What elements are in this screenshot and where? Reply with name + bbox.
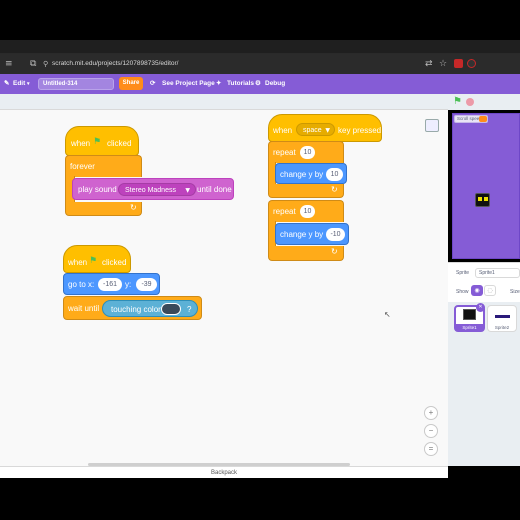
block-label: repeat: [273, 207, 296, 216]
show-hidden-icon[interactable]: ◌: [484, 285, 496, 296]
block-label: wait until: [68, 304, 100, 313]
touching-color-block[interactable]: touching color ?: [102, 300, 198, 317]
url-text[interactable]: scratch.mit.edu/projects/1207898735/edit…: [52, 54, 178, 74]
loop-arrow-icon: ↻: [331, 247, 338, 256]
sprite-tile-label: Sprite2: [494, 325, 510, 330]
block-label: go to x:: [68, 280, 95, 289]
mouse-cursor-icon: ↖: [384, 310, 391, 319]
profile-icon[interactable]: [467, 59, 476, 68]
wait-until-block[interactable]: wait until touching color ?: [63, 296, 202, 320]
chevron-down-icon: ▼: [185, 187, 190, 194]
block-label: clicked: [107, 139, 132, 148]
see-project-page-icon: ⟳: [150, 80, 156, 87]
key-name: space: [303, 127, 322, 134]
repeat-block-1[interactable]: repeat 10: [268, 141, 344, 163]
monitor-value: [479, 116, 487, 122]
repeat-count-input-2[interactable]: 10: [300, 205, 315, 218]
when-key-pressed-block[interactable]: when space ▼ key pressed: [268, 114, 382, 142]
workspace-tab-strip: [0, 94, 448, 110]
block-label: key pressed: [338, 126, 382, 135]
block-label: when: [71, 139, 91, 148]
sprite-tile-sprite2[interactable]: Sprite2: [487, 305, 517, 332]
sprite-tile-label: Sprite1: [456, 324, 483, 331]
forever-block-bottom: ↻: [65, 202, 142, 216]
bookmark-star-icon[interactable]: ☆: [439, 54, 447, 74]
edit-menu[interactable]: Edit: [13, 74, 25, 94]
block-label: repeat: [273, 148, 296, 157]
x-input[interactable]: -161: [98, 278, 122, 291]
debug-button[interactable]: Debug: [265, 74, 285, 94]
block-label: forever: [70, 162, 95, 171]
see-project-page-button[interactable]: See Project Page: [162, 74, 215, 94]
loop-arrow-icon: ↻: [331, 185, 338, 194]
repeat-count-input-1[interactable]: 10: [300, 146, 315, 159]
loop-arrow-icon: ↻: [130, 203, 137, 212]
extension-icon[interactable]: [454, 59, 463, 68]
play-sound-until-done-block[interactable]: play sound Stereo Madness ▼ until done: [72, 178, 234, 200]
go-to-xy-block[interactable]: go to x: -161 y: -39: [63, 273, 160, 295]
sprite-thumbnail-icon: [425, 119, 439, 132]
translate-icon[interactable]: ⇄: [425, 54, 433, 74]
change-y-input-1[interactable]: 10: [326, 168, 343, 181]
sprite-eye-left: [478, 197, 482, 201]
tab-icon[interactable]: ⧉: [30, 54, 36, 74]
forever-block[interactable]: forever: [65, 155, 142, 177]
block-label: change y by: [280, 170, 324, 179]
block-label: when: [273, 126, 293, 135]
zoom-in-button[interactable]: +: [424, 406, 438, 420]
show-label: Show: [456, 289, 469, 295]
block-label: clicked: [102, 258, 127, 267]
color-swatch[interactable]: [161, 303, 181, 315]
chevron-down-icon[interactable]: ▾: [27, 74, 30, 94]
block-label: change y by: [280, 230, 324, 239]
key-dropdown[interactable]: space ▼: [296, 123, 335, 136]
block-label: when: [68, 258, 88, 267]
green-flag-icon: ⚑: [93, 137, 102, 147]
site-info-icon[interactable]: ⚲: [43, 54, 48, 74]
repeat-block-2[interactable]: repeat 10: [268, 200, 344, 222]
zoom-out-button[interactable]: −: [424, 424, 438, 438]
sprite-thumbnail-icon: [463, 309, 476, 320]
edit-menu-icon[interactable]: ✎: [4, 74, 9, 94]
sound-name: Stereo Madness: [125, 187, 176, 194]
chevron-down-icon: ▼: [325, 127, 330, 134]
zoom-reset-button[interactable]: =: [424, 442, 438, 456]
sprite-label: Sprite: [456, 270, 470, 276]
block-label: touching color: [111, 305, 161, 314]
block-label: until done: [197, 185, 232, 194]
tutorials-button[interactable]: Tutorials: [227, 74, 254, 94]
project-title-input[interactable]: Untitled-314: [38, 78, 114, 90]
sprite-name-input[interactable]: Sprite1: [475, 268, 520, 278]
stage-sprite[interactable]: [475, 193, 490, 207]
tutorials-icon: ✦: [216, 80, 222, 87]
block-label: ?: [187, 305, 192, 314]
repeat-block-1-bottom: ↻: [268, 184, 344, 198]
share-button[interactable]: Share: [119, 77, 143, 90]
when-flag-clicked-block-2[interactable]: when ⚑ clicked: [63, 245, 131, 273]
change-y-input-2[interactable]: -10: [326, 228, 345, 241]
delete-sprite-icon[interactable]: ✕: [476, 303, 485, 312]
show-visible-icon[interactable]: ◉: [471, 285, 483, 296]
debug-icon: ⚙: [255, 80, 261, 87]
hamburger-icon[interactable]: ≡: [5, 54, 13, 74]
stop-icon[interactable]: [466, 98, 474, 106]
block-label: play sound: [78, 185, 117, 194]
sprite-thumbnail-icon: [495, 315, 510, 318]
change-y-block-1[interactable]: change y by 10: [275, 163, 347, 184]
green-flag-icon[interactable]: ⚑: [453, 96, 462, 107]
sprite-eye-right: [484, 197, 488, 201]
size-label: Size: [510, 289, 520, 295]
backpack-bar[interactable]: Backpack: [0, 466, 448, 478]
sound-dropdown[interactable]: Stereo Madness ▼: [118, 183, 196, 196]
change-y-block-2[interactable]: change y by -10: [275, 223, 349, 245]
when-flag-clicked-block-1[interactable]: when ⚑ clicked: [65, 126, 139, 156]
block-label: y:: [125, 280, 132, 289]
green-flag-icon: ⚑: [89, 256, 98, 266]
y-input[interactable]: -39: [136, 278, 157, 291]
browser-tab-bar: [0, 40, 520, 54]
repeat-block-2-bottom: ↻: [268, 246, 344, 261]
stage-canvas[interactable]: [452, 113, 520, 259]
